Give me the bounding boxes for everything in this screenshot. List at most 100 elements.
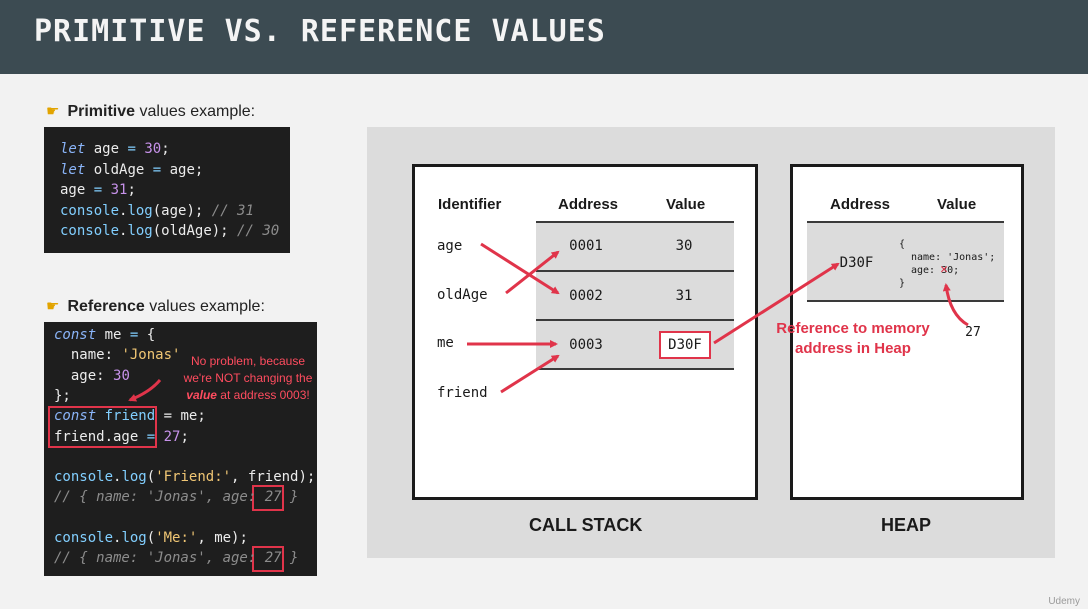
code-token: { [138, 327, 156, 343]
code-token: ; [180, 428, 189, 445]
code-line: age = 31; [60, 180, 136, 200]
code-token: name: [54, 347, 122, 364]
code-line: let oldAge = age; [60, 160, 203, 180]
code-token: = [127, 141, 136, 157]
heap-row-divider [807, 300, 1004, 302]
code-token: 'Friend:' [155, 469, 232, 486]
heap-age-key: age: [911, 265, 942, 276]
heap-object-age: age: 30 ✕; [911, 263, 960, 277]
heap-age-end: ; [953, 265, 960, 276]
code-token: 'Me:' [155, 530, 198, 546]
code-line: console.log(age); // 31 [60, 201, 254, 221]
call-stack-caption: CALL STACK [529, 515, 643, 535]
identifier-oldage: oldAge [437, 287, 488, 303]
reference-heading: ☛ Reference values example: [46, 297, 265, 316]
identifier-me: me [437, 335, 454, 351]
code-token: log [121, 530, 147, 546]
code-token: (age); [152, 202, 212, 219]
pointing-hand-icon: ☛ [46, 103, 60, 120]
code-token: }; [54, 387, 71, 404]
heap-object-open: { [899, 239, 906, 250]
stack-value-header: Value [666, 196, 706, 213]
code-line: console.log('Me:', me); [54, 528, 248, 548]
code-token: friend.age [54, 428, 147, 445]
code-line: // { name: 'Jonas', age: 27 } [54, 548, 298, 568]
reference-annotation: Reference to memory address in Heap [768, 319, 938, 359]
heap-object-name: name: 'Jonas'; [911, 252, 996, 263]
code-line: const me = { [54, 325, 155, 345]
heap-caption: HEAP [881, 515, 932, 535]
code-token: me; [172, 408, 206, 425]
code-token: console [54, 469, 114, 486]
stack-value-cell: 31 [675, 288, 693, 304]
code-token: ( [146, 530, 156, 546]
code-token: oldAge [85, 161, 153, 178]
code-line: let age = 30; [60, 139, 170, 159]
code-line: }; [54, 386, 71, 406]
code-line: name: 'Jonas' [54, 345, 181, 365]
code-token: age [60, 182, 94, 198]
code-token: // { name: 'Jonas', age: 27 } [54, 489, 299, 506]
code-token: // 31 [211, 202, 254, 219]
code-line: console.log(oldAge); // 30 [60, 221, 279, 241]
primitive-heading-bold: Primitive [67, 103, 136, 120]
code-line: friend.age = 27; [54, 427, 189, 447]
pointing-hand-icon: ☛ [46, 298, 60, 315]
note-line-3: value at address 0003! [178, 387, 318, 404]
reference-heading-rest: values example: [144, 298, 265, 315]
stack-value-cell: 30 [675, 238, 693, 254]
code-token: console [60, 202, 120, 219]
primitive-heading-rest: values example: [135, 103, 256, 120]
stack-value-cell-reference: D30F [659, 331, 711, 359]
code-token: let [60, 141, 86, 157]
code-token: // { name: 'Jonas', age: 27 } [54, 550, 299, 567]
stack-row-divider [536, 368, 734, 370]
heap-object-close: } [899, 278, 906, 289]
note-line-1: No problem, because [190, 354, 306, 368]
code-token: me [96, 327, 130, 343]
code-token: const [54, 408, 97, 425]
primitive-code-block: let age = 30; let oldAge = age; age = 31; c… [44, 127, 290, 253]
heap-address-cell: D30F [839, 255, 874, 271]
code-line: // { name: 'Jonas', age: 27 } [54, 487, 298, 507]
udemy-watermark: Udemy [1048, 596, 1080, 607]
code-token: = [93, 182, 103, 198]
heap-new-value: 27 [965, 325, 981, 340]
note-line-3-rest: at address 0003! [216, 388, 310, 402]
code-token: let [60, 161, 86, 178]
code-token: ; [161, 141, 170, 157]
no-problem-note: No problem, because we're NOT changing t… [178, 353, 318, 404]
reference-code-block: No problem, because we're NOT changing t… [44, 322, 317, 576]
stack-address-cell: 0002 [569, 288, 603, 304]
note-line-2: we're NOT changing the [183, 371, 313, 385]
stack-address-cell: 0001 [569, 238, 603, 254]
heap-age-old-value: 30 ✕ [940, 263, 953, 276]
slide-header: PRIMITIVE VS. REFERENCE VALUES [0, 0, 1088, 74]
code-token: (oldAge); [152, 223, 238, 239]
note-line-3-emphasis: value [186, 388, 217, 402]
code-token: ; [127, 182, 136, 198]
code-token: = [152, 161, 162, 178]
code-token: // 30 [237, 223, 280, 239]
identifier-friend: friend [437, 385, 488, 401]
annotation-line-2: address in Heap [795, 340, 911, 357]
annotation-line-1: Reference to memory [776, 320, 930, 337]
reference-heading-bold: Reference [67, 298, 145, 315]
code-token: , me); [197, 530, 248, 546]
code-token: 27 [163, 428, 181, 445]
code-token: log [121, 469, 147, 486]
slide-title: PRIMITIVE VS. REFERENCE VALUES [34, 14, 606, 49]
code-token: age; [161, 161, 204, 178]
code-token: = [146, 428, 156, 445]
code-token: 30 [144, 141, 162, 157]
code-token: 'Jonas' [121, 347, 181, 364]
code-token: ( [146, 469, 156, 486]
identifier-header: Identifier [438, 196, 502, 213]
code-token: console [60, 223, 120, 239]
code-token: = [163, 408, 173, 425]
identifier-age: age [437, 238, 463, 254]
code-token: friend [96, 408, 164, 425]
code-line: const friend = me; [54, 406, 206, 426]
code-line: age: 30 [54, 366, 130, 386]
